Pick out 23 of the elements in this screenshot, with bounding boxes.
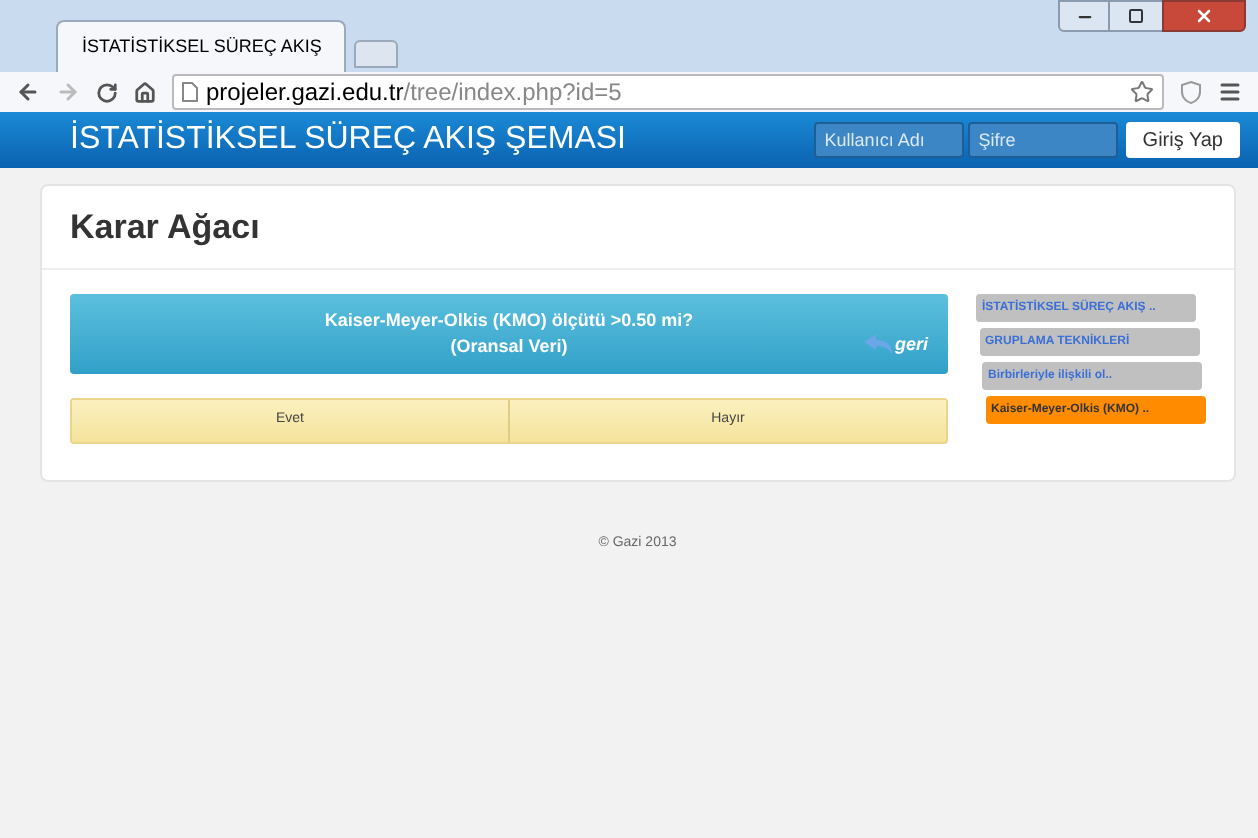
address-bar[interactable]: projeler.gazi.edu.tr/tree/index.php?id=5 [172,74,1164,110]
menu-icon[interactable] [1218,80,1242,104]
shield-icon[interactable] [1180,80,1202,104]
maximize-button[interactable] [1110,0,1162,32]
page-title: Karar Ağacı [70,205,260,250]
home-icon[interactable] [134,81,156,103]
maximize-icon [1128,8,1144,24]
url-text: projeler.gazi.edu.tr/tree/index.php?id=5 [206,76,622,110]
window-close-button[interactable] [1162,0,1246,32]
reload-icon[interactable] [96,81,118,103]
username-field[interactable]: Kullanıcı Adı [814,122,965,158]
close-icon [1194,6,1214,26]
back-icon[interactable] [16,80,40,104]
back-arrow-icon [864,334,893,355]
star-icon[interactable] [1130,80,1154,104]
site-title: İSTATİSTİKSEL SÜREÇ AKIŞ ŞEMASI [70,118,628,160]
question-subtext: (Oransal Veri) [450,334,568,360]
page-icon [182,82,198,102]
question-text: Kaiser-Meyer-Olkis (KMO) ölçütü >0.50 mi? [324,307,694,334]
password-field[interactable]: Şifre [968,122,1119,158]
browser-tab[interactable]: İSTATİSTİKSEL SÜREÇ AKIŞ [56,20,346,72]
login-button[interactable]: Giriş Yap [1126,122,1239,158]
tab-title: İSTATİSTİKSEL SÜREÇ AKIŞ [82,33,322,60]
